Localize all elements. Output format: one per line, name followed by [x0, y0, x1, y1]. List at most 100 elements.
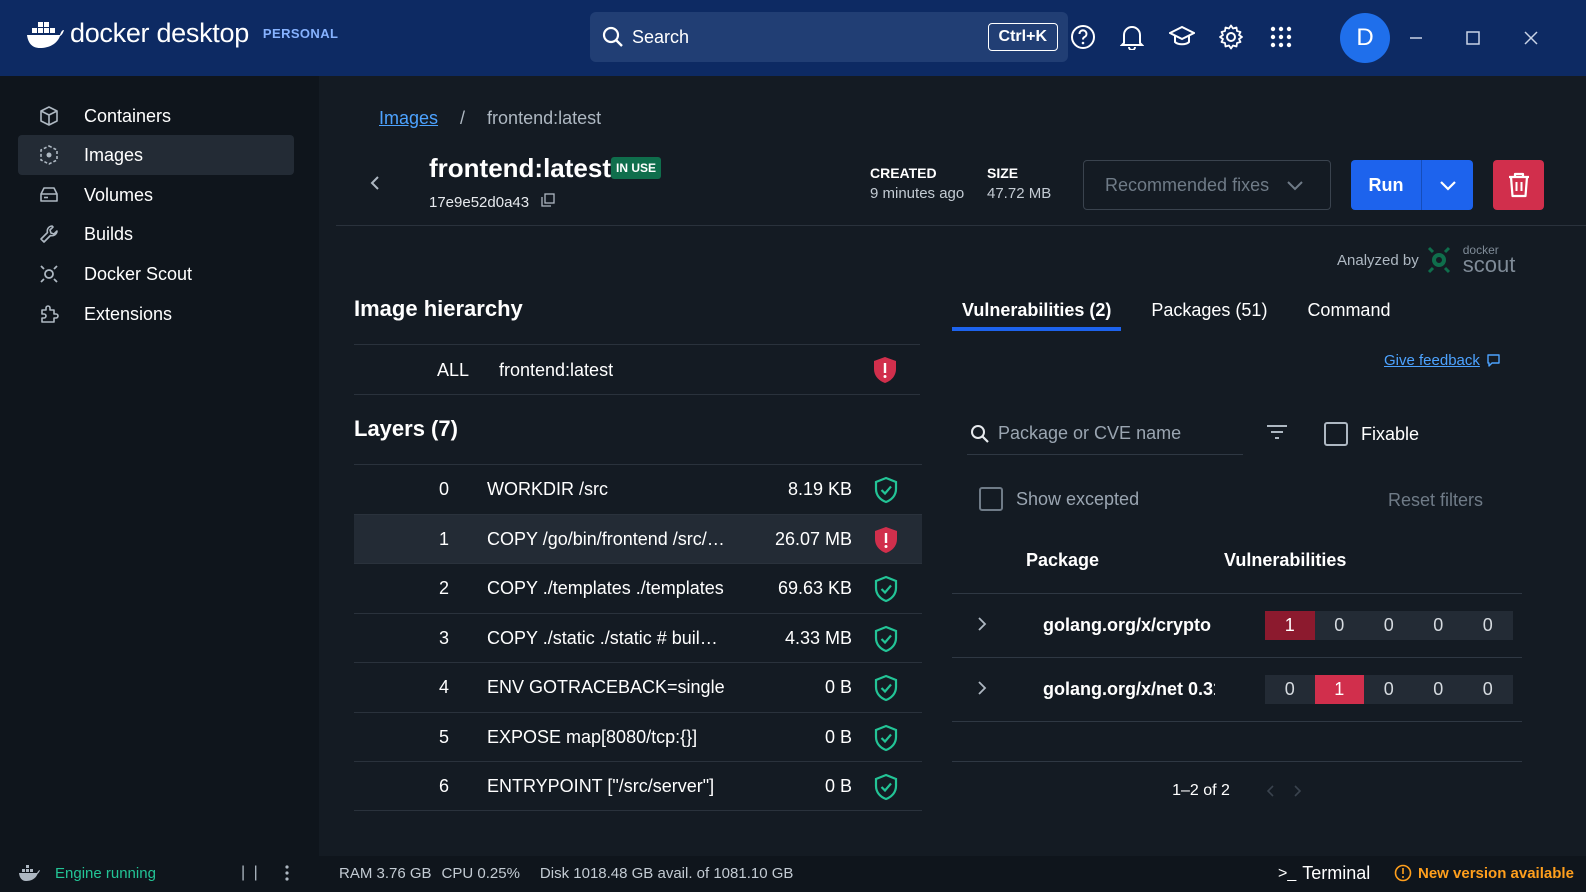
- extensions-icon: [38, 303, 60, 325]
- disk-usage: Disk 1018.48 GB avail. of 1081.10 GB: [539, 865, 794, 882]
- chevron-right-icon[interactable]: [976, 616, 988, 637]
- hierarchy-row[interactable]: ALL frontend:latest: [354, 344, 920, 395]
- apps-grid-icon[interactable]: [1264, 20, 1298, 54]
- search-label: Search: [632, 26, 690, 47]
- layer-row[interactable]: 4 ENV GOTRACEBACK=single 0 B: [354, 662, 922, 712]
- sidebar-item-images[interactable]: Images: [18, 135, 294, 175]
- created-label: CREATED: [870, 165, 937, 181]
- images-icon: [38, 144, 60, 166]
- layer-index: 6: [438, 776, 449, 796]
- fixable-checkbox[interactable]: [1324, 422, 1348, 446]
- pause-icon[interactable]: | |: [241, 864, 260, 882]
- sidebar-item-containers[interactable]: Containers: [18, 96, 294, 136]
- size-label: SIZE: [987, 165, 1019, 181]
- minimize-icon[interactable]: [1400, 22, 1432, 54]
- size-value: 47.72 MB: [987, 185, 1052, 202]
- layer-index: 4: [438, 677, 449, 697]
- pagination: 1–2 of 2: [952, 782, 1522, 800]
- high-count: 0: [1314, 611, 1364, 640]
- layer-row[interactable]: 1 COPY /go/bin/frontend /src/server 26.0…: [354, 513, 922, 563]
- volumes-icon: [38, 184, 60, 206]
- tab-packages[interactable]: Packages (51): [1141, 294, 1277, 331]
- global-search[interactable]: Search Ctrl+K: [590, 12, 1068, 62]
- reset-filters-button[interactable]: Reset filters: [1388, 490, 1483, 511]
- medium-count: 0: [1364, 675, 1414, 704]
- table-row[interactable]: golang.org/x/net 0.31.0 0 1 0 0 0: [952, 658, 1522, 722]
- layer-command: COPY ./templates ./templates: [487, 578, 724, 598]
- tab-command[interactable]: Command: [1297, 294, 1400, 331]
- learning-center-icon[interactable]: [1165, 20, 1199, 54]
- terminal-icon: >_: [1278, 864, 1297, 882]
- recommended-fixes-button[interactable]: Recommended fixes: [1083, 160, 1331, 210]
- sidebar-item-builds[interactable]: Builds: [18, 214, 294, 254]
- give-feedback-link[interactable]: Give feedback: [1384, 352, 1501, 369]
- fixable-filter[interactable]: Fixable: [1324, 422, 1419, 446]
- layer-index: 2: [438, 578, 449, 598]
- breadcrumb-images-link[interactable]: Images: [379, 108, 438, 129]
- sidebar-item-docker-scout[interactable]: Docker Scout: [18, 254, 294, 294]
- ok-shield-icon: [874, 575, 898, 603]
- more-options-icon[interactable]: [284, 863, 290, 883]
- layer-row[interactable]: 6 ENTRYPOINT ["/src/server"] 0 B: [354, 761, 922, 811]
- package-name: golang.org/x/net 0.31.0: [1043, 679, 1215, 699]
- show-excepted-filter[interactable]: Show excepted: [979, 487, 1139, 511]
- detail-tabs: Vulnerabilities (2) Packages (51) Comman…: [952, 294, 1410, 331]
- layer-row[interactable]: 5 EXPOSE map[8080/tcp:{}] 0 B: [354, 711, 922, 762]
- ok-shield-icon: [874, 724, 898, 751]
- layer-index: 0: [438, 479, 449, 499]
- copy-icon[interactable]: [541, 193, 555, 211]
- cve-search-input[interactable]: Package or CVE name: [967, 413, 1243, 455]
- next-page-icon[interactable]: [1292, 784, 1302, 798]
- help-icon[interactable]: [1066, 20, 1100, 54]
- sidebar-item-label: Volumes: [84, 184, 154, 205]
- sidebar-item-extensions[interactable]: Extensions: [18, 294, 294, 334]
- layer-command: ENV GOTRACEBACK=single: [487, 677, 725, 697]
- show-excepted-checkbox[interactable]: [979, 487, 1003, 511]
- new-version-notice[interactable]: New version available: [1394, 864, 1574, 882]
- main-content: Images / frontend:latest frontend:latest…: [319, 76, 1586, 856]
- unspecified-count: 0: [1463, 675, 1513, 704]
- layers-title: Layers (7): [354, 416, 458, 441]
- previous-page-icon[interactable]: [1266, 784, 1276, 798]
- docker-scout-logo: docker scout: [1425, 244, 1515, 276]
- status-bar: Engine running | | RAM 3.76 GB CPU 0.25%…: [0, 856, 1586, 892]
- table-spacer: [952, 722, 1522, 762]
- run-options-chevron-icon[interactable]: [1422, 160, 1473, 210]
- delete-button[interactable]: [1493, 160, 1544, 210]
- layer-command: COPY ./static ./static # buildkit: [487, 627, 727, 648]
- header-divider: [336, 225, 1586, 226]
- tab-vulnerabilities[interactable]: Vulnerabilities (2): [952, 294, 1122, 331]
- docker-desktop-logo: docker desktop PERSONAL: [26, 18, 338, 49]
- layer-row[interactable]: 0 WORKDIR /src 8.19 KB: [354, 464, 922, 514]
- column-vulnerabilities[interactable]: Vulnerabilities: [1224, 550, 1346, 571]
- layer-row[interactable]: 3 COPY ./static ./static # buildkit 4.33…: [354, 612, 922, 663]
- pagination-label: 1–2 of 2: [1172, 782, 1230, 799]
- unspecified-count: 0: [1463, 611, 1513, 640]
- search-icon: [602, 26, 623, 47]
- back-chevron-icon[interactable]: [364, 172, 386, 194]
- filter-icon[interactable]: [1265, 422, 1289, 447]
- vulnerabilities-table: Package Vulnerabilities golang.org/x/cry…: [952, 528, 1522, 762]
- resource-stats: RAM 3.76 GB CPU 0.25% Disk 1018.48 GB av…: [339, 865, 793, 882]
- sidebar-item-volumes[interactable]: Volumes: [18, 175, 294, 215]
- table-row[interactable]: golang.org/x/crypto 0.17.0 1 0 0 0 0: [952, 594, 1522, 658]
- sidebar-item-label: Extensions: [84, 303, 173, 324]
- terminal-button[interactable]: >_ Terminal: [1278, 863, 1370, 884]
- layer-size: 0 B: [824, 677, 852, 697]
- breadcrumb: Images / frontend:latest: [379, 108, 601, 129]
- settings-gear-icon[interactable]: [1214, 20, 1248, 54]
- column-package[interactable]: Package: [1026, 550, 1099, 571]
- chevron-right-icon[interactable]: [976, 680, 988, 701]
- user-avatar[interactable]: D: [1340, 13, 1390, 63]
- info-icon: [1394, 864, 1412, 882]
- maximize-icon[interactable]: [1457, 22, 1489, 54]
- breadcrumb-separator: /: [460, 108, 466, 128]
- layer-row[interactable]: 2 COPY ./templates ./templates 69.63 KB: [354, 563, 922, 613]
- layer-index: 3: [438, 627, 449, 648]
- created-meta: CREATED 9 minutes ago: [870, 165, 964, 202]
- close-icon[interactable]: [1515, 22, 1547, 54]
- chevron-down-icon: [1286, 176, 1304, 199]
- notifications-bell-icon[interactable]: [1115, 20, 1149, 54]
- run-button[interactable]: Run: [1351, 160, 1422, 210]
- recommended-fixes-label: Recommended fixes: [1105, 174, 1270, 195]
